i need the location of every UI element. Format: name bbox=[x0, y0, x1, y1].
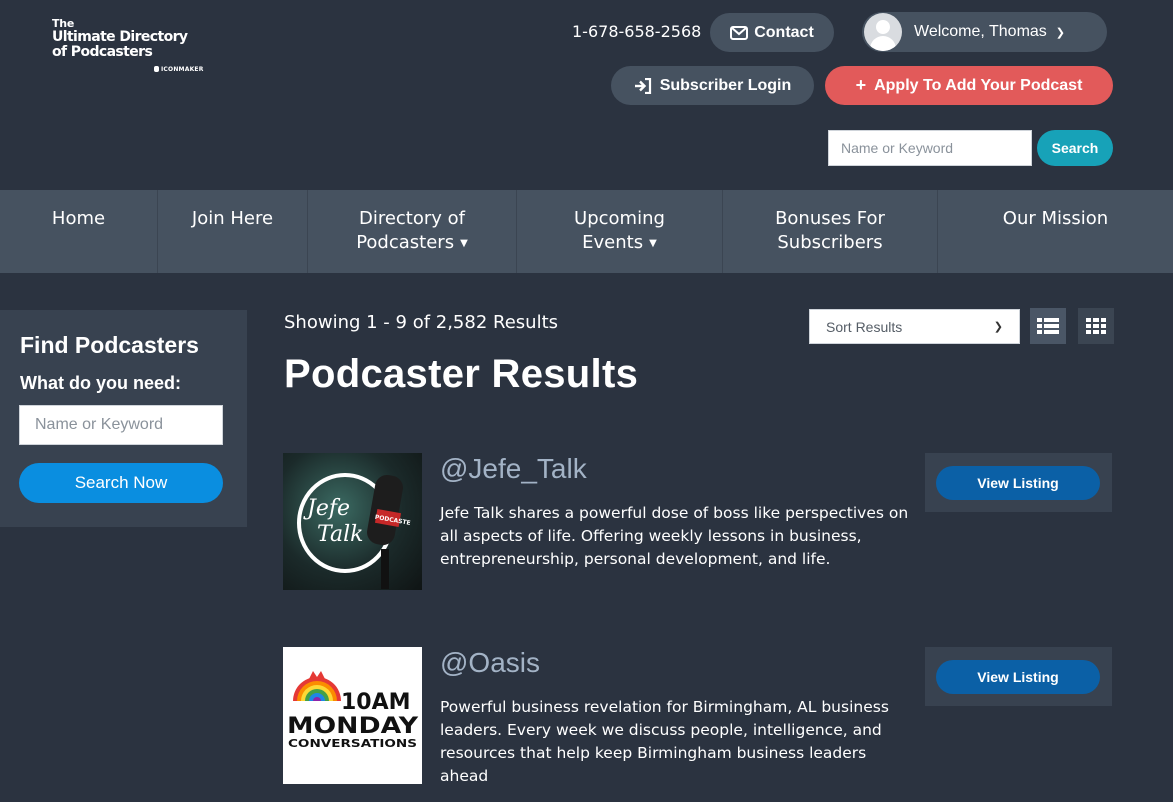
podcast-description: Jefe Talk shares a powerful dose of boss… bbox=[440, 504, 909, 568]
header-search-button[interactable]: Search bbox=[1037, 130, 1113, 166]
thumb-text-10am: 10AM bbox=[341, 690, 411, 715]
mic-icon bbox=[154, 66, 159, 72]
nav-item-label: Bonuses For bbox=[775, 208, 885, 229]
nav-item-home[interactable]: Home bbox=[0, 190, 158, 273]
nav-item-label-wrap: Join Here bbox=[192, 207, 273, 231]
grid-view-button[interactable] bbox=[1078, 308, 1114, 344]
find-podcasters-panel: Find Podcasters What do you need: Search… bbox=[0, 310, 247, 527]
page-title: Podcaster Results bbox=[284, 352, 639, 396]
nav-item-label: Subscribers bbox=[777, 232, 883, 253]
logo-line2: of Podcasters bbox=[52, 44, 153, 60]
chevron-down-icon: ❯ bbox=[1055, 26, 1066, 39]
results-count: Showing 1 - 9 of 2,582 Results bbox=[284, 312, 559, 333]
page: The Ultimate Directory of Podcasters ICO… bbox=[0, 0, 1173, 802]
main-nav: Home Join Here Directory of Podcasters ▼ Upco… bbox=[0, 190, 1173, 273]
logo-maker-text: ICONMAKER bbox=[161, 66, 204, 73]
podcast-description: Powerful business revelation for Birming… bbox=[440, 698, 889, 785]
sign-in-icon bbox=[634, 77, 651, 94]
list-icon bbox=[1037, 318, 1059, 334]
nav-item-label: Our Mission bbox=[1002, 208, 1109, 229]
nav-item-label: Events bbox=[582, 232, 644, 253]
sort-results-select[interactable]: Sort Results ❯ bbox=[809, 309, 1020, 344]
logo-maker: ICONMAKER bbox=[154, 66, 204, 73]
nav-item-label: Home bbox=[51, 208, 106, 229]
sidebar-keyword-input[interactable] bbox=[19, 405, 223, 445]
thumb-text-jefe: Jefe bbox=[303, 496, 350, 521]
search-now-button[interactable]: Search Now bbox=[19, 463, 223, 503]
monday-conversations-logo: 10AM MONDAY CONVERSATIONS bbox=[287, 671, 419, 750]
subscriber-login-button[interactable]: Subscriber Login bbox=[611, 66, 814, 105]
nav-item-join-here[interactable]: Join Here bbox=[158, 190, 308, 273]
contact-button[interactable]: Contact bbox=[710, 13, 834, 52]
thumb-text-monday: MONDAY bbox=[287, 714, 419, 739]
contact-label: Contact bbox=[754, 23, 814, 41]
nav-item-label: Directory of bbox=[358, 208, 465, 229]
podcast-handle[interactable]: @Oasis bbox=[440, 647, 540, 679]
podcast-handle[interactable]: @Jefe_Talk bbox=[440, 453, 587, 485]
sidebar-subtitle: What do you need: bbox=[20, 373, 181, 393]
sort-label: Sort Results bbox=[826, 318, 903, 335]
nav-item-our-mission[interactable]: Our Mission bbox=[938, 190, 1173, 273]
phone-number[interactable]: 1-678-658-2568 bbox=[572, 22, 701, 42]
result-card: Jefe Talk PODCASTE @Jefe_Talk Jefe Talk … bbox=[283, 453, 1113, 603]
podcast-thumbnail[interactable]: 10AM MONDAY CONVERSATIONS bbox=[283, 647, 422, 784]
avatar bbox=[864, 13, 902, 51]
thumb-text-talk: Talk bbox=[317, 522, 363, 547]
site-logo[interactable]: The Ultimate Directory of Podcasters ICO… bbox=[52, 18, 212, 80]
nav-item-label: Join Here bbox=[191, 208, 274, 229]
header-search-input[interactable] bbox=[828, 130, 1032, 166]
list-view-button[interactable] bbox=[1030, 308, 1066, 344]
nav-item-bonuses-for-subscribers[interactable]: Bonuses For Subscribers bbox=[723, 190, 938, 273]
nav-item-label: Upcoming bbox=[574, 208, 665, 229]
nav-item-label-wrap: Bonuses For Subscribers bbox=[775, 207, 885, 255]
site-header: The Ultimate Directory of Podcasters ICO… bbox=[0, 0, 1173, 190]
nav-item-label-wrap: Our Mission bbox=[1003, 207, 1108, 231]
view-listing-button[interactable]: View Listing bbox=[936, 660, 1100, 694]
welcome-label: Welcome, Thomas bbox=[914, 23, 1047, 40]
user-menu[interactable]: Welcome, Thomas ❯ bbox=[862, 12, 1107, 52]
apply-label: Apply To Add Your Podcast bbox=[874, 76, 1083, 94]
podcast-thumbnail[interactable]: Jefe Talk PODCASTE bbox=[283, 453, 422, 590]
sidebar-title: Find Podcasters bbox=[20, 332, 199, 358]
view-listing-button[interactable]: View Listing bbox=[936, 466, 1100, 500]
nav-item-upcoming-events[interactable]: Upcoming Events ▼ bbox=[517, 190, 723, 273]
apply-add-podcast-button[interactable]: + Apply To Add Your Podcast bbox=[825, 66, 1113, 105]
nav-item-directory-of-podcasters[interactable]: Directory of Podcasters ▼ bbox=[308, 190, 517, 273]
nav-item-label-wrap: Home bbox=[52, 207, 105, 231]
nav-item-label-wrap: Upcoming Events ▼ bbox=[574, 207, 665, 256]
grid-icon bbox=[1086, 318, 1106, 334]
chevron-down-icon: ❯ bbox=[993, 321, 1003, 333]
logo-line1: Ultimate Directory bbox=[52, 29, 188, 45]
caret-down-icon: ▼ bbox=[460, 238, 468, 249]
envelope-icon bbox=[730, 25, 749, 40]
nav-item-label-wrap: Directory of Podcasters ▼ bbox=[356, 207, 468, 256]
nav-item-label: Podcasters bbox=[356, 232, 455, 253]
subscriber-login-label: Subscriber Login bbox=[659, 76, 792, 94]
listing-action-box: View Listing bbox=[925, 453, 1112, 512]
listing-action-box: View Listing bbox=[925, 647, 1112, 706]
caret-down-icon: ▼ bbox=[649, 238, 657, 249]
result-card: 10AM MONDAY CONVERSATIONS @Oasis Powerfu… bbox=[283, 647, 1113, 797]
thumb-text-conversations: CONVERSATIONS bbox=[288, 737, 417, 750]
jefe-talk-logo: Jefe Talk PODCASTE bbox=[297, 473, 411, 589]
plus-icon: + bbox=[855, 75, 867, 95]
